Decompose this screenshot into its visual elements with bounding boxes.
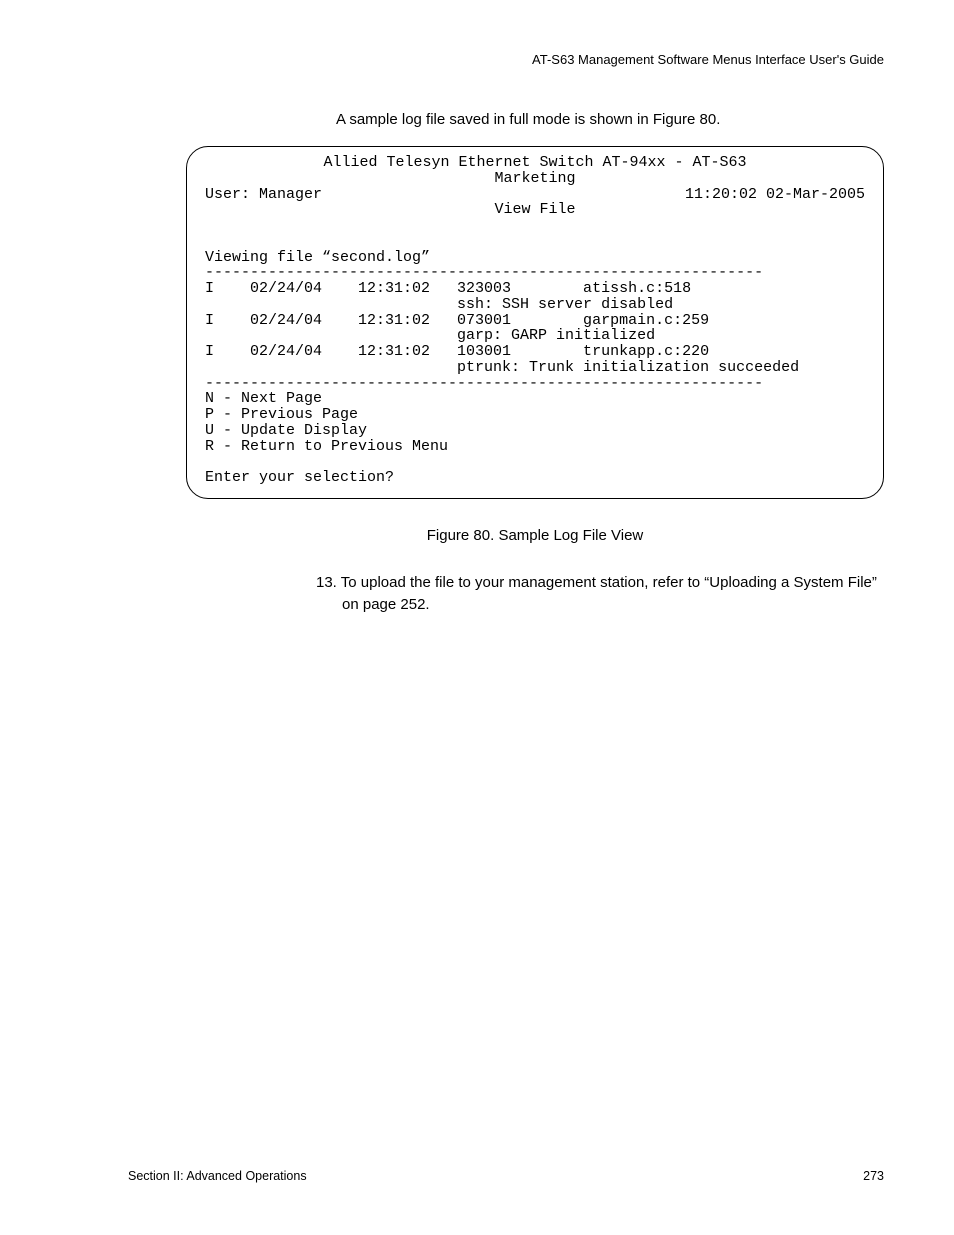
terminal-menu-2: U - Update Display [205,422,367,439]
page-header: AT-S63 Management Software Menus Interfa… [128,52,884,67]
log-entry-2-line1: I 02/24/04 12:31:02 103001 trunkapp.c:22… [205,343,709,360]
terminal-menu-3: R - Return to Previous Menu [205,438,448,455]
terminal-datetime: 11:20:02 02-Mar-2005 [685,187,865,203]
log-entry-0-line2: ssh: SSH server disabled [205,296,673,313]
terminal-divider-2: ----------------------------------------… [205,375,763,392]
terminal-divider: ----------------------------------------… [205,264,763,281]
log-entry-0-line1: I 02/24/04 12:31:02 323003 atissh.c:518 [205,280,691,297]
terminal-title-1: Allied Telesyn Ethernet Switch AT-94xx -… [205,155,865,171]
step-number: 13. [316,574,337,591]
log-entry-2-line2: ptrunk: Trunk initialization succeeded [205,359,799,376]
figure-caption: Figure 80. Sample Log File View [186,527,884,544]
terminal-subtitle: View File [205,202,865,218]
terminal-viewing: Viewing file “second.log” [205,249,430,266]
footer-section: Section II: Advanced Operations [128,1169,307,1183]
terminal-menu-1: P - Previous Page [205,406,358,423]
step-text: To upload the file to your management st… [341,574,877,613]
page-number: 273 [863,1169,884,1183]
intro-text: A sample log file saved in full mode is … [336,111,884,128]
terminal-sample: Allied Telesyn Ethernet Switch AT-94xx -… [186,146,884,499]
guide-title: AT-S63 Management Software Menus Interfa… [532,52,884,67]
log-entry-1-line1: I 02/24/04 12:31:02 073001 garpmain.c:25… [205,312,709,329]
terminal-menu-0: N - Next Page [205,390,322,407]
step-13: 13. To upload the file to your managemen… [316,572,884,616]
terminal-title-2: Marketing [205,171,865,187]
terminal-user: User: Manager [205,187,322,203]
terminal-prompt: Enter your selection? [205,469,394,486]
log-entry-1-line2: garp: GARP initialized [205,327,655,344]
